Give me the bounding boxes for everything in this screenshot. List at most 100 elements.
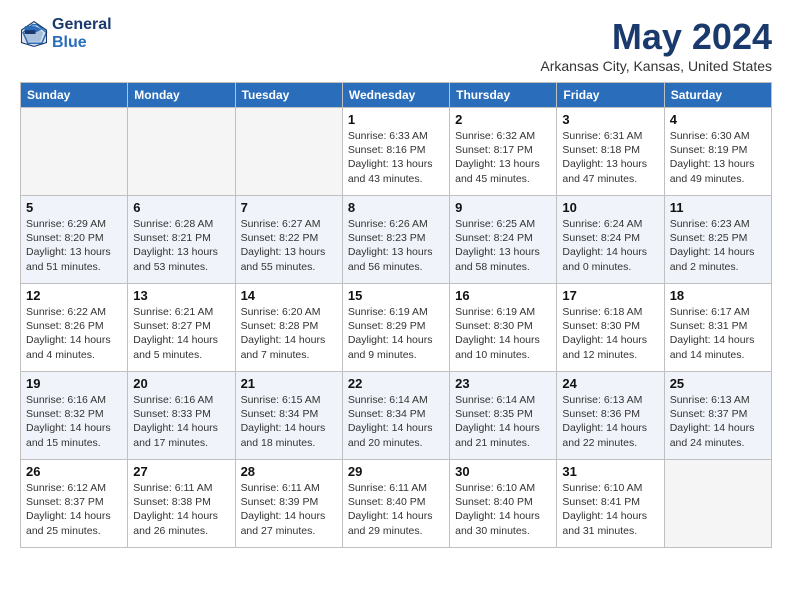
calendar-cell: 19 Sunrise: 6:16 AM Sunset: 8:32 PM Dayli… [21,372,128,460]
day-number: 25 [670,376,766,391]
calendar-cell: 30 Sunrise: 6:10 AM Sunset: 8:40 PM Dayli… [450,460,557,548]
day-number: 28 [241,464,337,479]
day-info: Sunrise: 6:28 AM Sunset: 8:21 PM Dayligh… [133,217,229,274]
day-number: 24 [562,376,658,391]
day-number: 27 [133,464,229,479]
calendar-cell: 9 Sunrise: 6:25 AM Sunset: 8:24 PM Daylig… [450,196,557,284]
day-number: 6 [133,200,229,215]
day-info: Sunrise: 6:24 AM Sunset: 8:24 PM Dayligh… [562,217,658,274]
logo: General Blue [20,16,112,51]
day-number: 15 [348,288,444,303]
calendar-cell: 18 Sunrise: 6:17 AM Sunset: 8:31 PM Dayli… [664,284,771,372]
day-info: Sunrise: 6:17 AM Sunset: 8:31 PM Dayligh… [670,305,766,362]
day-number: 10 [562,200,658,215]
day-number: 5 [26,200,122,215]
calendar-cell: 10 Sunrise: 6:24 AM Sunset: 8:24 PM Dayli… [557,196,664,284]
day-info: Sunrise: 6:19 AM Sunset: 8:30 PM Dayligh… [455,305,551,362]
calendar-cell: 23 Sunrise: 6:14 AM Sunset: 8:35 PM Dayli… [450,372,557,460]
day-info: Sunrise: 6:29 AM Sunset: 8:20 PM Dayligh… [26,217,122,274]
day-info: Sunrise: 6:11 AM Sunset: 8:39 PM Dayligh… [241,481,337,538]
day-info: Sunrise: 6:23 AM Sunset: 8:25 PM Dayligh… [670,217,766,274]
month-title: May 2024 [540,16,772,58]
day-info: Sunrise: 6:10 AM Sunset: 8:41 PM Dayligh… [562,481,658,538]
day-number: 17 [562,288,658,303]
day-info: Sunrise: 6:26 AM Sunset: 8:23 PM Dayligh… [348,217,444,274]
day-number: 29 [348,464,444,479]
weekday-header-thursday: Thursday [450,83,557,108]
calendar-cell: 31 Sunrise: 6:10 AM Sunset: 8:41 PM Dayli… [557,460,664,548]
day-number: 23 [455,376,551,391]
calendar-cell: 26 Sunrise: 6:12 AM Sunset: 8:37 PM Dayli… [21,460,128,548]
calendar-cell [664,460,771,548]
weekday-header-sunday: Sunday [21,83,128,108]
day-info: Sunrise: 6:16 AM Sunset: 8:33 PM Dayligh… [133,393,229,450]
day-info: Sunrise: 6:16 AM Sunset: 8:32 PM Dayligh… [26,393,122,450]
day-number: 4 [670,112,766,127]
weekday-header-wednesday: Wednesday [342,83,449,108]
day-number: 18 [670,288,766,303]
day-number: 13 [133,288,229,303]
calendar-cell: 15 Sunrise: 6:19 AM Sunset: 8:29 PM Dayli… [342,284,449,372]
calendar-cell: 3Sunrise: 6:31 AM Sunset: 8:18 PM Daylig… [557,108,664,196]
calendar-cell: 22 Sunrise: 6:14 AM Sunset: 8:34 PM Dayli… [342,372,449,460]
day-info: Sunrise: 6:21 AM Sunset: 8:27 PM Dayligh… [133,305,229,362]
day-number: 22 [348,376,444,391]
day-info: Sunrise: 6:14 AM Sunset: 8:35 PM Dayligh… [455,393,551,450]
calendar-week-row: 1Sunrise: 6:33 AM Sunset: 8:16 PM Daylig… [21,108,772,196]
day-number: 31 [562,464,658,479]
day-number: 20 [133,376,229,391]
page-header: General Blue May 2024 Arkansas City, Kan… [20,16,772,74]
weekday-header-monday: Monday [128,83,235,108]
calendar-week-row: 12Sunrise: 6:22 AM Sunset: 8:26 PM Dayli… [21,284,772,372]
day-info: Sunrise: 6:11 AM Sunset: 8:40 PM Dayligh… [348,481,444,538]
day-info: Sunrise: 6:33 AM Sunset: 8:16 PM Dayligh… [348,129,444,186]
day-number: 11 [670,200,766,215]
weekday-header-saturday: Saturday [664,83,771,108]
day-info: Sunrise: 6:25 AM Sunset: 8:24 PM Dayligh… [455,217,551,274]
day-info: Sunrise: 6:27 AM Sunset: 8:22 PM Dayligh… [241,217,337,274]
calendar-cell: 20 Sunrise: 6:16 AM Sunset: 8:33 PM Dayli… [128,372,235,460]
day-number: 21 [241,376,337,391]
calendar-cell: 7 Sunrise: 6:27 AM Sunset: 8:22 PM Daylig… [235,196,342,284]
calendar-cell: 1Sunrise: 6:33 AM Sunset: 8:16 PM Daylig… [342,108,449,196]
day-info: Sunrise: 6:32 AM Sunset: 8:17 PM Dayligh… [455,129,551,186]
calendar-cell: 8 Sunrise: 6:26 AM Sunset: 8:23 PM Daylig… [342,196,449,284]
day-number: 30 [455,464,551,479]
calendar-cell: 12Sunrise: 6:22 AM Sunset: 8:26 PM Dayli… [21,284,128,372]
calendar-table: SundayMondayTuesdayWednesdayThursdayFrid… [20,82,772,548]
day-number: 9 [455,200,551,215]
calendar-cell: 13 Sunrise: 6:21 AM Sunset: 8:27 PM Dayli… [128,284,235,372]
calendar-header-row: SundayMondayTuesdayWednesdayThursdayFrid… [21,83,772,108]
day-info: Sunrise: 6:13 AM Sunset: 8:36 PM Dayligh… [562,393,658,450]
day-info: Sunrise: 6:20 AM Sunset: 8:28 PM Dayligh… [241,305,337,362]
title-block: May 2024 Arkansas City, Kansas, United S… [540,16,772,74]
day-info: Sunrise: 6:15 AM Sunset: 8:34 PM Dayligh… [241,393,337,450]
calendar-cell: 21 Sunrise: 6:15 AM Sunset: 8:34 PM Dayli… [235,372,342,460]
weekday-header-tuesday: Tuesday [235,83,342,108]
day-info: Sunrise: 6:12 AM Sunset: 8:37 PM Dayligh… [26,481,122,538]
day-info: Sunrise: 6:11 AM Sunset: 8:38 PM Dayligh… [133,481,229,538]
calendar-week-row: 19 Sunrise: 6:16 AM Sunset: 8:32 PM Dayli… [21,372,772,460]
day-number: 19 [26,376,122,391]
day-info: Sunrise: 6:18 AM Sunset: 8:30 PM Dayligh… [562,305,658,362]
calendar-cell: 2Sunrise: 6:32 AM Sunset: 8:17 PM Daylig… [450,108,557,196]
calendar-cell: 29 Sunrise: 6:11 AM Sunset: 8:40 PM Dayli… [342,460,449,548]
day-number: 8 [348,200,444,215]
day-number: 7 [241,200,337,215]
day-info: Sunrise: 6:19 AM Sunset: 8:29 PM Dayligh… [348,305,444,362]
day-number: 16 [455,288,551,303]
calendar-cell: 16 Sunrise: 6:19 AM Sunset: 8:30 PM Dayli… [450,284,557,372]
day-info: Sunrise: 6:10 AM Sunset: 8:40 PM Dayligh… [455,481,551,538]
location-text: Arkansas City, Kansas, United States [540,58,772,74]
day-info: Sunrise: 6:14 AM Sunset: 8:34 PM Dayligh… [348,393,444,450]
calendar-week-row: 26 Sunrise: 6:12 AM Sunset: 8:37 PM Dayli… [21,460,772,548]
weekday-header-friday: Friday [557,83,664,108]
day-info: Sunrise: 6:30 AM Sunset: 8:19 PM Dayligh… [670,129,766,186]
calendar-cell: 24 Sunrise: 6:13 AM Sunset: 8:36 PM Dayli… [557,372,664,460]
calendar-cell: 17 Sunrise: 6:18 AM Sunset: 8:30 PM Dayli… [557,284,664,372]
calendar-cell: 5 Sunrise: 6:29 AM Sunset: 8:20 PM Daylig… [21,196,128,284]
calendar-cell: 4 Sunrise: 6:30 AM Sunset: 8:19 PM Daylig… [664,108,771,196]
calendar-cell: 25Sunrise: 6:13 AM Sunset: 8:37 PM Dayli… [664,372,771,460]
calendar-week-row: 5 Sunrise: 6:29 AM Sunset: 8:20 PM Daylig… [21,196,772,284]
day-number: 26 [26,464,122,479]
